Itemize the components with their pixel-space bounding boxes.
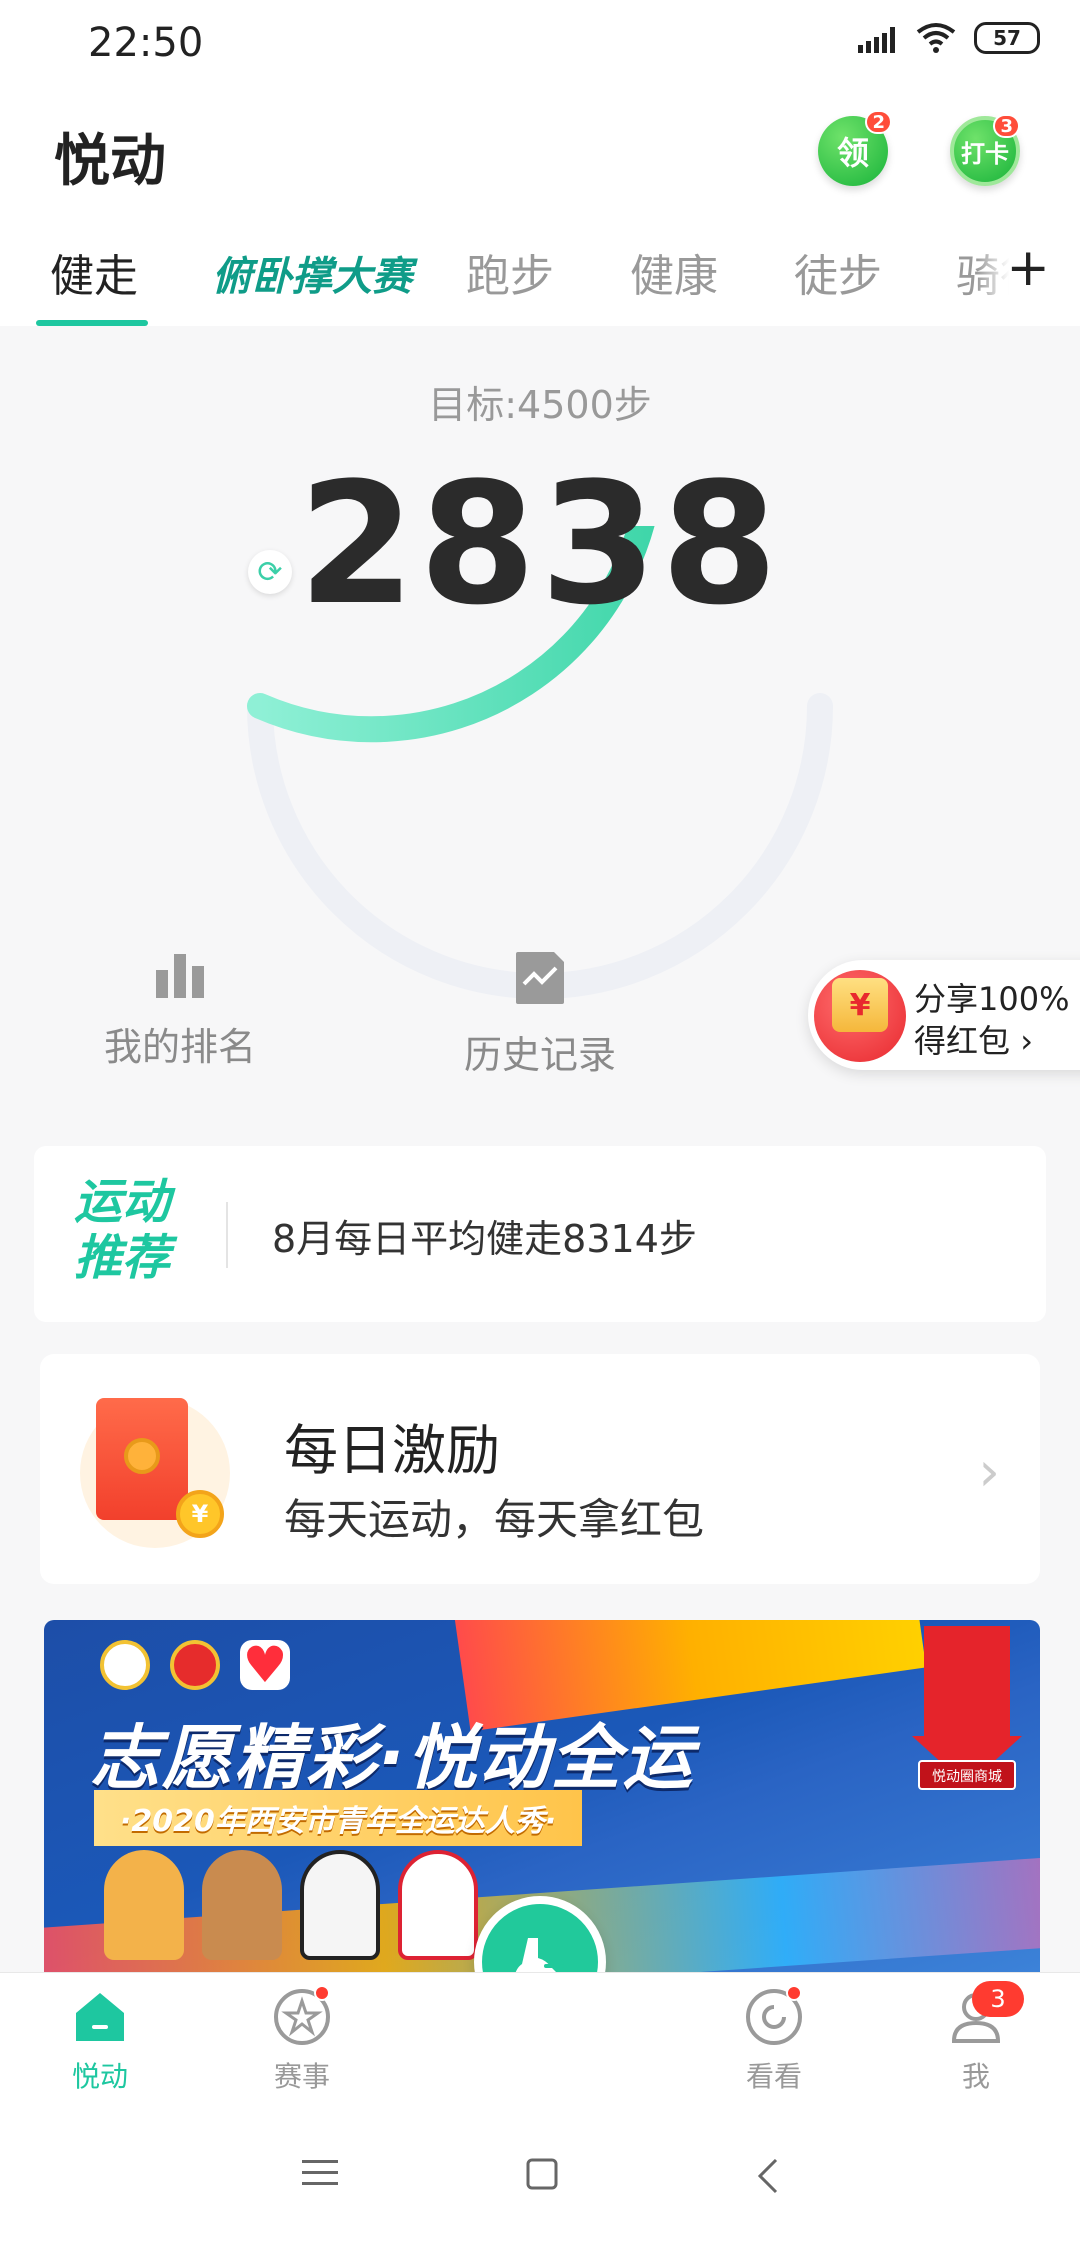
step-count: 2838 [298,446,782,642]
receive-label: 领 [836,134,869,172]
app-header: 悦动 领 2 打卡 3 [0,86,1080,216]
share-line1: 分享100% [914,980,1070,1018]
step-goal: 目标:4500步 [428,383,652,427]
refresh-icon[interactable]: ⟳ [248,550,292,594]
nav-watch-label: 看看 [745,2060,802,2093]
app-title: 悦动 [54,129,166,194]
status-bar: 22:50 57 [0,0,1080,86]
nav-home[interactable]: 悦动 [20,1987,180,2095]
watch-red-dot [786,1985,802,2001]
system-navigation-bar [0,2112,1080,2244]
tab-pushup-contest[interactable]: 俯卧撑大赛 [212,244,412,302]
wifi-icon [916,23,956,53]
tab-health[interactable]: 健康 [630,240,718,304]
daily-incentive-subtitle: 每天运动，每天拿红包 [284,1495,705,1544]
red-packet-icon: ¥ [814,970,906,1062]
status-time: 22:50 [88,20,204,66]
daily-incentive-title: 每日激励 [284,1419,500,1482]
daily-incentive-card[interactable]: ¥ 每日激励 每天运动，每天拿红包 › [40,1354,1040,1584]
nav-events[interactable]: 赛事 [222,1985,382,2095]
home-icon [70,1987,130,2047]
history-chart-icon [516,952,564,1004]
step-section: 目标:4500步 2838 ⟳ 我的排名 历史记录 ¥ 分享100% 得红包 › [0,326,1080,1136]
mascots-illustration [104,1850,478,1960]
status-icons: 57 [858,22,1040,54]
battery-icon: 57 [974,22,1040,54]
star-badge-icon [272,1985,332,2047]
tab-walking[interactable]: 健走 [50,240,138,304]
divider [226,1202,228,1268]
recommendation-title: 运动 推荐 [74,1174,171,1286]
checkin-button[interactable]: 打卡 3 [950,114,1020,186]
add-tab-icon[interactable]: + [976,238,1050,298]
nav-events-label: 赛事 [273,2060,330,2093]
banner-title: 志愿精彩·悦动全运 [90,1717,695,1799]
mall-arrow-badge[interactable]: 悦动圈商城 [912,1626,1022,1806]
nav-me-label: 我 [961,2060,990,2093]
my-ranking-label: 我的排名 [103,1025,256,1069]
nav-me[interactable]: 3 我 [896,1981,1056,2095]
tab-running[interactable]: 跑步 [466,240,554,304]
yen-icon: ¥ [832,978,888,1032]
home-square-icon[interactable] [526,2158,558,2194]
chevron-right-icon: › [1020,1022,1033,1060]
sport-tabs: 健走 俯卧撑大赛 跑步 健康 徒步 骑行 + [0,216,1080,326]
me-badge: 3 [972,1981,1024,2017]
watch-icon [744,1985,804,2047]
youth-league-logo-icon [170,1640,220,1690]
event-logo-icon [100,1640,150,1690]
volunteer-heart-icon: ♥ [240,1640,290,1690]
share-line2: 得红包 › [914,1022,1033,1060]
chevron-right-icon: › [978,1440,1000,1503]
events-red-dot [314,1985,330,2001]
tab-hiking[interactable]: 徒步 [794,240,882,304]
receive-button[interactable]: 领 2 [818,110,892,186]
back-icon[interactable] [756,2158,780,2198]
signal-icon [858,23,898,53]
history-label: 历史记录 [463,1033,616,1077]
banner-logos: ♥ [100,1640,290,1690]
nav-home-label: 悦动 [71,2060,128,2093]
coin-icon: ¥ [176,1490,224,1538]
banner-subtitle: ·2020年西安市青年全运达人秀· [94,1790,583,1846]
checkin-label: 打卡 [961,139,1009,168]
my-ranking-button[interactable]: 我的排名 [60,950,300,1071]
share-red-packet-button[interactable]: ¥ 分享100% 得红包 › [808,960,1080,1070]
mall-tag: 悦动圈商城 [918,1760,1016,1790]
receive-badge: 2 [865,110,892,134]
nav-watch[interactable]: 看看 [694,1985,854,2095]
recommendation-text: 8月每日平均健走8314步 [272,1217,697,1261]
user-icon: 3 [946,1981,1024,2047]
history-button[interactable]: 历史记录 [420,950,660,1079]
bottom-navigation: 悦动 赛事 看看 3 我 [0,1972,1080,2112]
menu-icon[interactable] [302,2158,338,2192]
red-envelope-icon: ¥ [80,1398,230,1548]
bar-chart-icon [156,954,204,998]
checkin-badge: 3 [993,114,1020,138]
sport-recommendation-card[interactable]: 运动 推荐 8月每日平均健走8314步 [34,1146,1046,1322]
